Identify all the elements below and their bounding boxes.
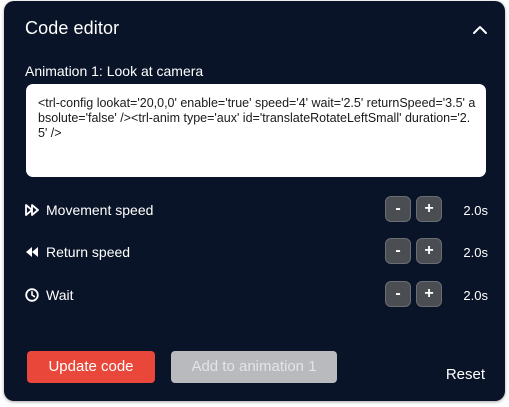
- panel-title: Code editor: [25, 18, 120, 38]
- return-speed-label: Return speed: [46, 244, 131, 260]
- return-speed-row: Return speed - + 2.0s: [25, 238, 489, 266]
- movement-speed-label: Movement speed: [46, 202, 154, 218]
- chevron-up-icon: [473, 26, 487, 34]
- return-speed-decrease-button[interactable]: -: [385, 238, 411, 264]
- movement-speed-value: 2.0s: [463, 203, 488, 218]
- movement-speed-decrease-button[interactable]: -: [385, 196, 411, 222]
- collapse-button[interactable]: [468, 18, 492, 42]
- wait-label: Wait: [46, 287, 74, 303]
- add-to-animation-button[interactable]: Add to animation 1: [171, 351, 337, 383]
- code-textarea[interactable]: <trl-config lookat='20,0,0' enable='true…: [26, 84, 486, 177]
- wait-row: Wait - + 2.0s: [25, 281, 489, 309]
- wait-value: 2.0s: [463, 288, 488, 303]
- code-editor-panel: Code editor Animation 1: Look at camera …: [4, 1, 505, 401]
- fast-forward-icon: [25, 204, 39, 216]
- wait-increase-button[interactable]: +: [416, 281, 442, 307]
- wait-decrease-button[interactable]: -: [385, 281, 411, 307]
- movement-speed-increase-button[interactable]: +: [416, 196, 442, 222]
- reset-button[interactable]: Reset: [446, 366, 485, 383]
- update-code-button[interactable]: Update code: [27, 351, 155, 383]
- return-speed-value: 2.0s: [463, 245, 488, 260]
- rewind-icon: [26, 247, 38, 257]
- animation-label: Animation 1: Look at camera: [25, 63, 204, 79]
- clock-icon: [25, 288, 39, 302]
- return-speed-increase-button[interactable]: +: [416, 238, 442, 264]
- movement-speed-row: Movement speed - + 2.0s: [25, 196, 489, 224]
